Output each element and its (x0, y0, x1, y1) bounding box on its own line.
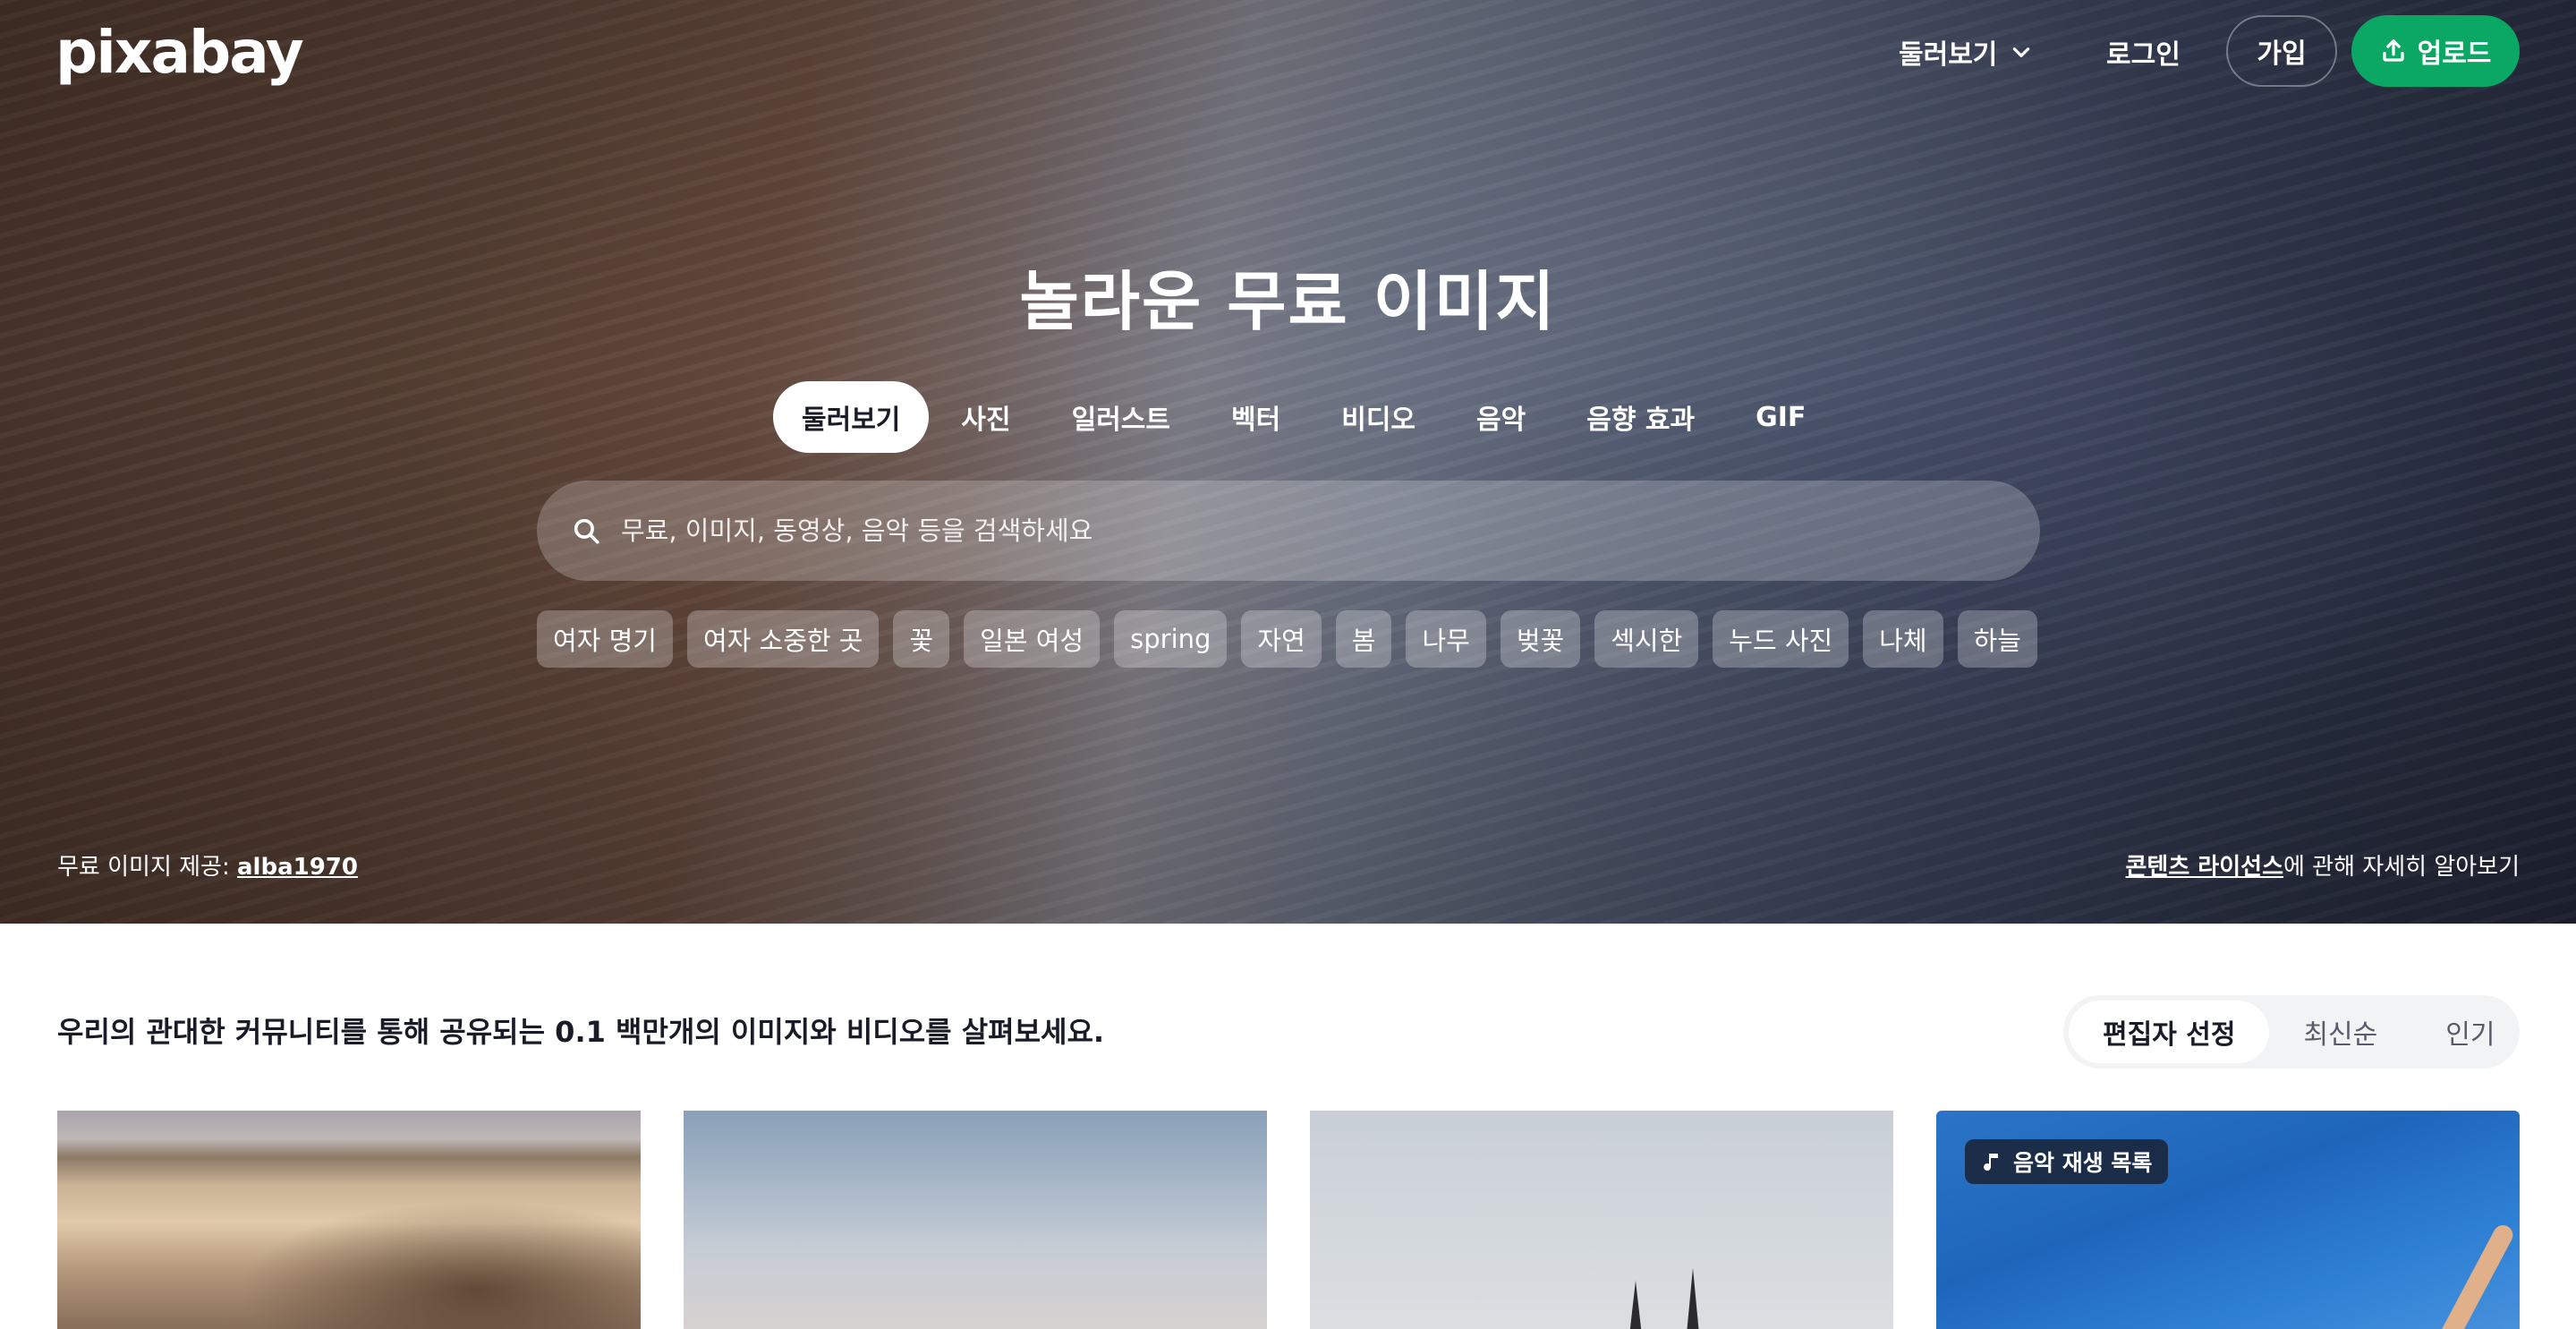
music-note-icon (1984, 1154, 1998, 1171)
tab-photos[interactable]: 사진 (932, 381, 1039, 453)
tab-vectors[interactable]: 벡터 (1203, 381, 1309, 453)
cathedral-spire (1686, 1268, 1700, 1329)
tag-chip[interactable]: 누드 사진 (1713, 610, 1849, 668)
search-input[interactable] (621, 481, 2006, 581)
search-icon (574, 518, 599, 544)
license-suffix: 에 관해 자세히 알아보기 (2283, 854, 2520, 881)
tag-chip[interactable]: 여자 명기 (537, 610, 673, 668)
chevron-down-icon (2013, 47, 2030, 57)
tab-explore[interactable]: 둘러보기 (773, 381, 930, 453)
login-link[interactable]: 로그인 (2106, 27, 2181, 77)
tag-chip[interactable]: spring (1114, 610, 1228, 668)
upload-icon (2382, 39, 2404, 62)
gallery-image-sky[interactable] (684, 1111, 1267, 1329)
gallery-image-cathedral[interactable] (1310, 1111, 1893, 1329)
playlist-badge: 음악 재생 목록 (1965, 1139, 2169, 1184)
hero-title: 놀라운 무료 이미지 (1019, 264, 1557, 339)
explore-menu-button[interactable]: 둘러보기 (1899, 27, 2033, 77)
tab-illustrations[interactable]: 일러스트 (1043, 381, 1199, 453)
playlist-label: 음악 재생 목록 (2013, 1150, 2153, 1176)
sort-popular[interactable]: 인기 (2411, 1001, 2529, 1063)
tag-chip[interactable]: 나체 (1863, 610, 1943, 668)
sort-latest[interactable]: 최신순 (2269, 1001, 2411, 1063)
tag-chip[interactable]: 꽃 (893, 610, 950, 668)
tag-chip[interactable]: 벚꽃 (1500, 610, 1581, 668)
tab-gif[interactable]: GIF (1727, 381, 1834, 453)
tag-chip[interactable]: 나무 (1406, 610, 1486, 668)
upload-label: 업로드 (2417, 38, 2492, 70)
credit-user-link[interactable]: alba1970 (237, 854, 358, 881)
tab-music[interactable]: 음악 (1448, 381, 1554, 453)
gallery-music-playlist[interactable]: 음악 재생 목록 (1936, 1111, 2520, 1329)
hero-banner: pixabay 둘러보기 로그인 가입 업로드 놀라운 무료 이미지 둘러보기 … (0, 0, 2576, 924)
sort-toggle: 편집자 선정 최신순 인기 (2063, 995, 2520, 1069)
image-credit: 무료 이미지 제공: alba1970 (57, 848, 358, 882)
pixabay-logo[interactable]: pixabay (55, 18, 304, 87)
tag-chip[interactable]: 자연 (1241, 610, 1322, 668)
gallery-image-desert-hills[interactable] (57, 1111, 641, 1329)
credit-prefix: 무료 이미지 제공: (57, 854, 237, 881)
media-type-tabs: 둘러보기 사진 일러스트 벡터 비디오 음악 음향 효과 GIF (773, 381, 1834, 453)
sort-editors-choice[interactable]: 편집자 선정 (2069, 1001, 2270, 1063)
join-button[interactable]: 가입 (2226, 15, 2337, 87)
content-license-link[interactable]: 콘텐츠 라이선스 (2126, 854, 2284, 881)
tag-chip[interactable]: 여자 소중한 곳 (686, 610, 880, 668)
cathedral-spire (1628, 1281, 1643, 1329)
license-info: 콘텐츠 라이선스에 관해 자세히 알아보기 (2126, 848, 2521, 882)
trending-tags: 여자 명기 여자 소중한 곳 꽃 일본 여성 spring 자연 봄 나무 벚꽃… (537, 610, 2037, 668)
community-intro: 우리의 관대한 커뮤니티를 통해 공유되는 0.1 백만개의 이미지와 비디오를… (57, 1015, 1105, 1049)
tab-videos[interactable]: 비디오 (1313, 381, 1444, 453)
tab-sound-effects[interactable]: 음향 효과 (1558, 381, 1723, 453)
tag-chip[interactable]: 섹시한 (1594, 610, 1699, 668)
tag-chip[interactable]: 하늘 (1957, 610, 2037, 668)
tag-chip[interactable]: 봄 (1335, 610, 1392, 668)
tag-chip[interactable]: 일본 여성 (964, 610, 1101, 668)
upload-button[interactable]: 업로드 (2351, 15, 2520, 87)
dancer-figure (2431, 1222, 2517, 1329)
explore-label: 둘러보기 (1899, 39, 1998, 71)
search-bar[interactable] (537, 481, 2040, 581)
